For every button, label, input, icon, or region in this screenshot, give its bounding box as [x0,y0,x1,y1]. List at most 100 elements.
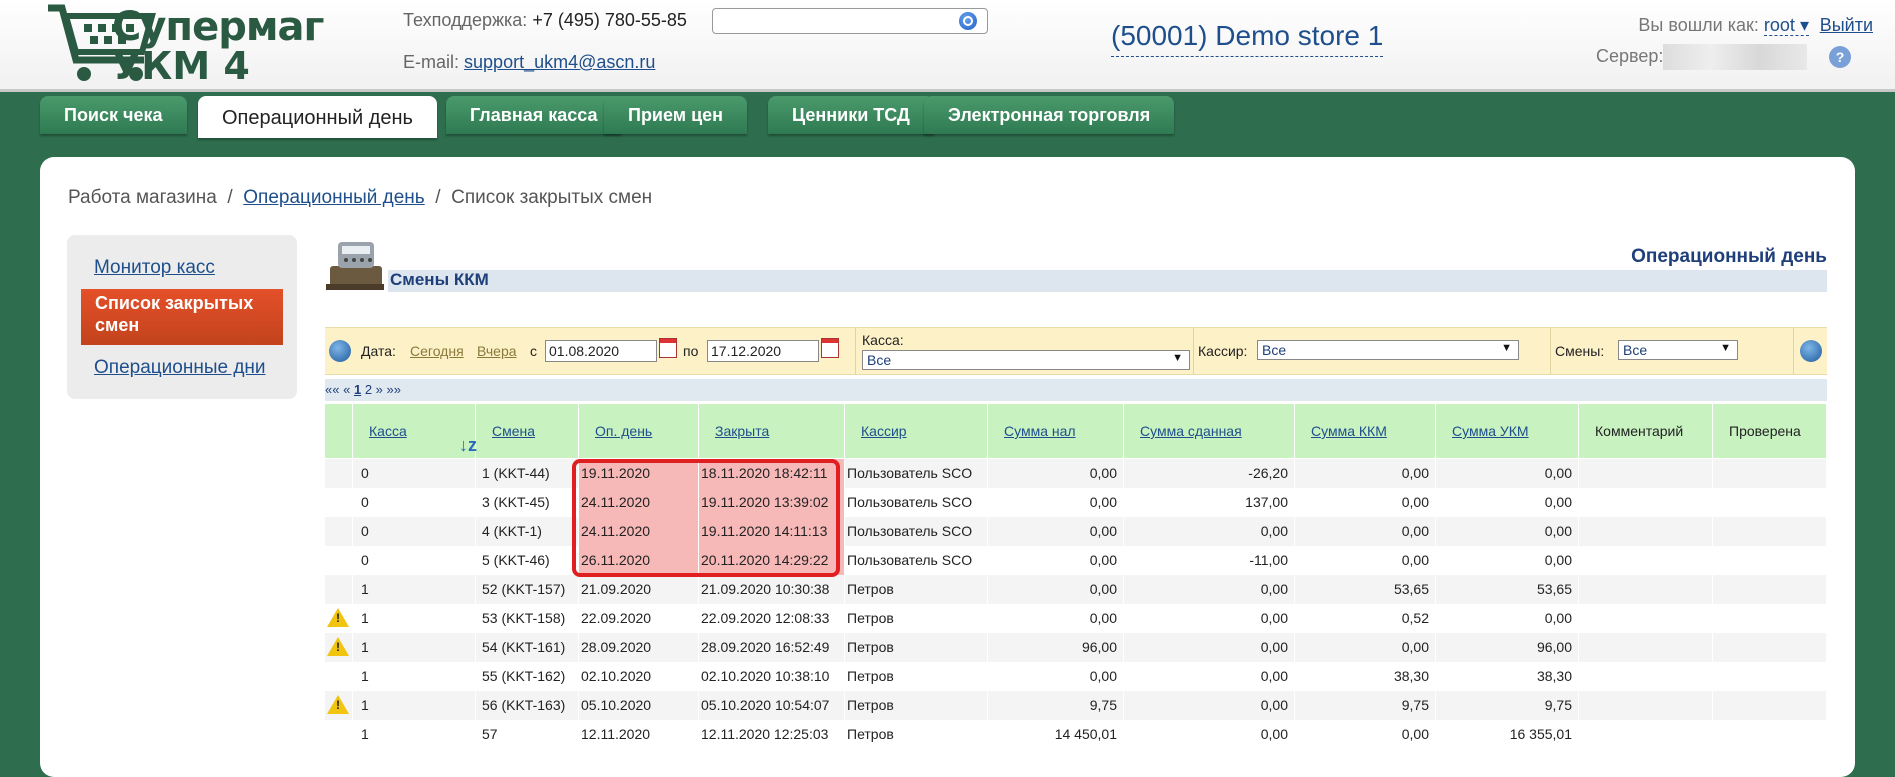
help-icon[interactable]: ? [1829,46,1851,68]
table-row[interactable]: 156 (KKT-163)05.10.202005.10.2020 10:54:… [325,691,1827,720]
cell-handed: 0,00 [1124,720,1295,749]
calendar-icon[interactable] [659,338,677,358]
cell-kkm: 0,00 [1295,488,1436,517]
pager-page-2[interactable]: 2 [365,382,372,397]
chevron-down-icon[interactable]: ▼ [1720,342,1731,354]
cell-cash: 9,75 [988,691,1124,720]
table-row[interactable]: 01 (KKT-44) 19.11.2020 18.11.2020 18:42:11… [325,459,1827,488]
cell-kassa: 1 [353,575,476,604]
table-row[interactable]: 1 52 (KKT-157) 21.09.2020 21.09.2020 10:30:… [325,575,1827,604]
table-row[interactable]: 153 (KKT-158)22.09.202022.09.2020 12:08:… [325,604,1827,633]
sidebar-item-monitor[interactable]: Монитор касс [94,257,215,279]
cell-cashier: Петров [845,720,988,749]
date-from-input[interactable]: 01.08.2020 [545,340,657,362]
shifts-label: Смены: [1555,343,1605,359]
col-ukm-sum[interactable]: Сумма УКМ [1436,404,1579,458]
cell-opday: 22.09.2020 [579,604,699,633]
to-label: по [683,343,699,359]
email-label: E-mail: [403,52,460,72]
col-cashier[interactable]: Кассир [845,404,988,458]
tab-tsd-labels[interactable]: Ценники ТСД [768,96,934,134]
cell-cashier: Петров [845,633,988,662]
pager-prev[interactable]: « [343,382,350,397]
tab-operational-day[interactable]: Операционный день [198,96,437,138]
table-row[interactable]: 1 57 12.11.2020 12.11.2020 12:25:03 Петров 14… [325,720,1827,749]
col-kassa-label[interactable]: Касса [369,423,407,439]
kassa-select-value[interactable]: Все [867,352,891,368]
tab-e-commerce[interactable]: Электронная торговля [924,96,1175,134]
support-email-link[interactable]: support_ukm4@ascn.ru [464,52,655,72]
cell-handed: 0,00 [1124,662,1295,691]
sidebar-item-closed-shifts[interactable]: Список закрытых смен [81,289,283,345]
col-kkm-sum[interactable]: Сумма ККМ [1295,404,1436,458]
col-cash-sum[interactable]: Сумма нал [988,404,1124,458]
cell-checked [1713,459,1827,488]
shifts-filter: Смены: Все ▼ [1551,328,1794,374]
cell-comment [1579,575,1713,604]
cell-ukm: 0,00 [1436,459,1579,488]
cell-smena: 53 (KKT-158) [476,604,579,633]
table-row[interactable]: 05 (KKT-46) 26.11.2020 20.11.2020 14:29:22… [325,546,1827,575]
filter-bar: Дата: Сегодня Вчера с 01.08.2020 по 17.1… [325,327,1827,375]
store-selector[interactable]: (50001) Demo store 1 [1111,20,1384,57]
cell-kkm: 38,30 [1295,662,1436,691]
cell-handed: 0,00 [1124,517,1295,546]
search-icon[interactable] [959,12,977,30]
chevron-down-icon[interactable]: ▾ [1800,15,1809,35]
cell-smena: 56 (KKT-163) [476,691,579,720]
cashier-select[interactable]: Все ▼ [1257,340,1519,360]
cell-closed: 12.11.2020 12:25:03 [699,720,845,749]
support-phone: +7 (495) 780-55-85 [532,10,687,30]
pager-last[interactable]: »» [387,382,401,397]
chevron-down-icon[interactable]: ▼ [1501,342,1512,354]
cell-handed: 0,00 [1124,691,1295,720]
logout-link[interactable]: Выйти [1820,15,1873,36]
logo-subtitle: УКМ 4 [112,44,250,88]
tab-main-cash[interactable]: Главная касса [446,96,622,134]
yesterday-link[interactable]: Вчера [477,343,517,359]
warning-icon [327,695,349,714]
refresh-icon[interactable] [1800,340,1822,362]
col-kassa[interactable]: Касса ↓z [353,404,477,458]
cell-smena: 3 (KKT-45) [476,488,579,517]
table-row[interactable]: 154 (KKT-161)28.09.202028.09.2020 16:52:… [325,633,1827,662]
user-name[interactable]: root [1764,15,1795,35]
user-menu[interactable]: root ▾ [1763,15,1809,36]
cell-kkm: 0,00 [1295,720,1436,749]
kassa-filter: Касса: Все ▼ [856,328,1194,374]
cell-ukm: 53,65 [1436,575,1579,604]
table-row[interactable]: 03 (KKT-45) 24.11.2020 19.11.2020 13:39:02… [325,488,1827,517]
kassa-select[interactable]: Все ▼ [862,350,1190,370]
cell-cash: 0,00 [988,517,1124,546]
pager-first[interactable]: «« [325,382,339,397]
shifts-select-value[interactable]: Все [1623,342,1647,358]
col-closed[interactable]: Закрыта [699,404,845,458]
cash-register-icon [326,242,384,290]
today-link[interactable]: Сегодня [410,343,464,359]
table-row[interactable]: 1 55 (KKT-162) 02.10.2020 02.10.2020 10:38:… [325,662,1827,691]
shifts-select[interactable]: Все ▼ [1618,340,1738,360]
table-row[interactable]: 04 (KKT-1) 24.11.2020 19.11.2020 14:11:13 П… [325,517,1827,546]
calendar-icon[interactable] [821,338,839,358]
pager-page-1[interactable]: 1 [354,382,361,397]
cell-ukm: 38,30 [1436,662,1579,691]
cashier-select-value[interactable]: Все [1262,342,1286,358]
chevron-down-icon[interactable]: ▼ [1172,352,1183,364]
refresh-icon[interactable] [329,340,351,362]
col-handed-sum[interactable]: Сумма сданная [1124,404,1295,458]
sidebar-item-op-days[interactable]: Операционные дни [94,357,266,379]
cell-opday: 21.09.2020 [579,575,699,604]
cell-kkm: 0,00 [1295,546,1436,575]
pager-next[interactable]: » [376,382,383,397]
date-to-input[interactable]: 17.12.2020 [707,340,819,362]
col-opday[interactable]: Оп. день [579,404,699,458]
tab-receipt-search[interactable]: Поиск чека [40,96,187,134]
col-comment: Комментарий [1579,404,1713,458]
breadcrumb-link-opday[interactable]: Операционный день [243,187,424,208]
tab-price-receive[interactable]: Прием цен [604,96,748,134]
support-label: Техподдержка: [403,10,528,30]
server-label: Сервер: [1596,46,1664,66]
date-filter: Дата: Сегодня Вчера с 01.08.2020 по 17.1… [325,328,856,374]
search-input[interactable] [712,8,988,34]
col-smena[interactable]: Смена [476,404,579,458]
